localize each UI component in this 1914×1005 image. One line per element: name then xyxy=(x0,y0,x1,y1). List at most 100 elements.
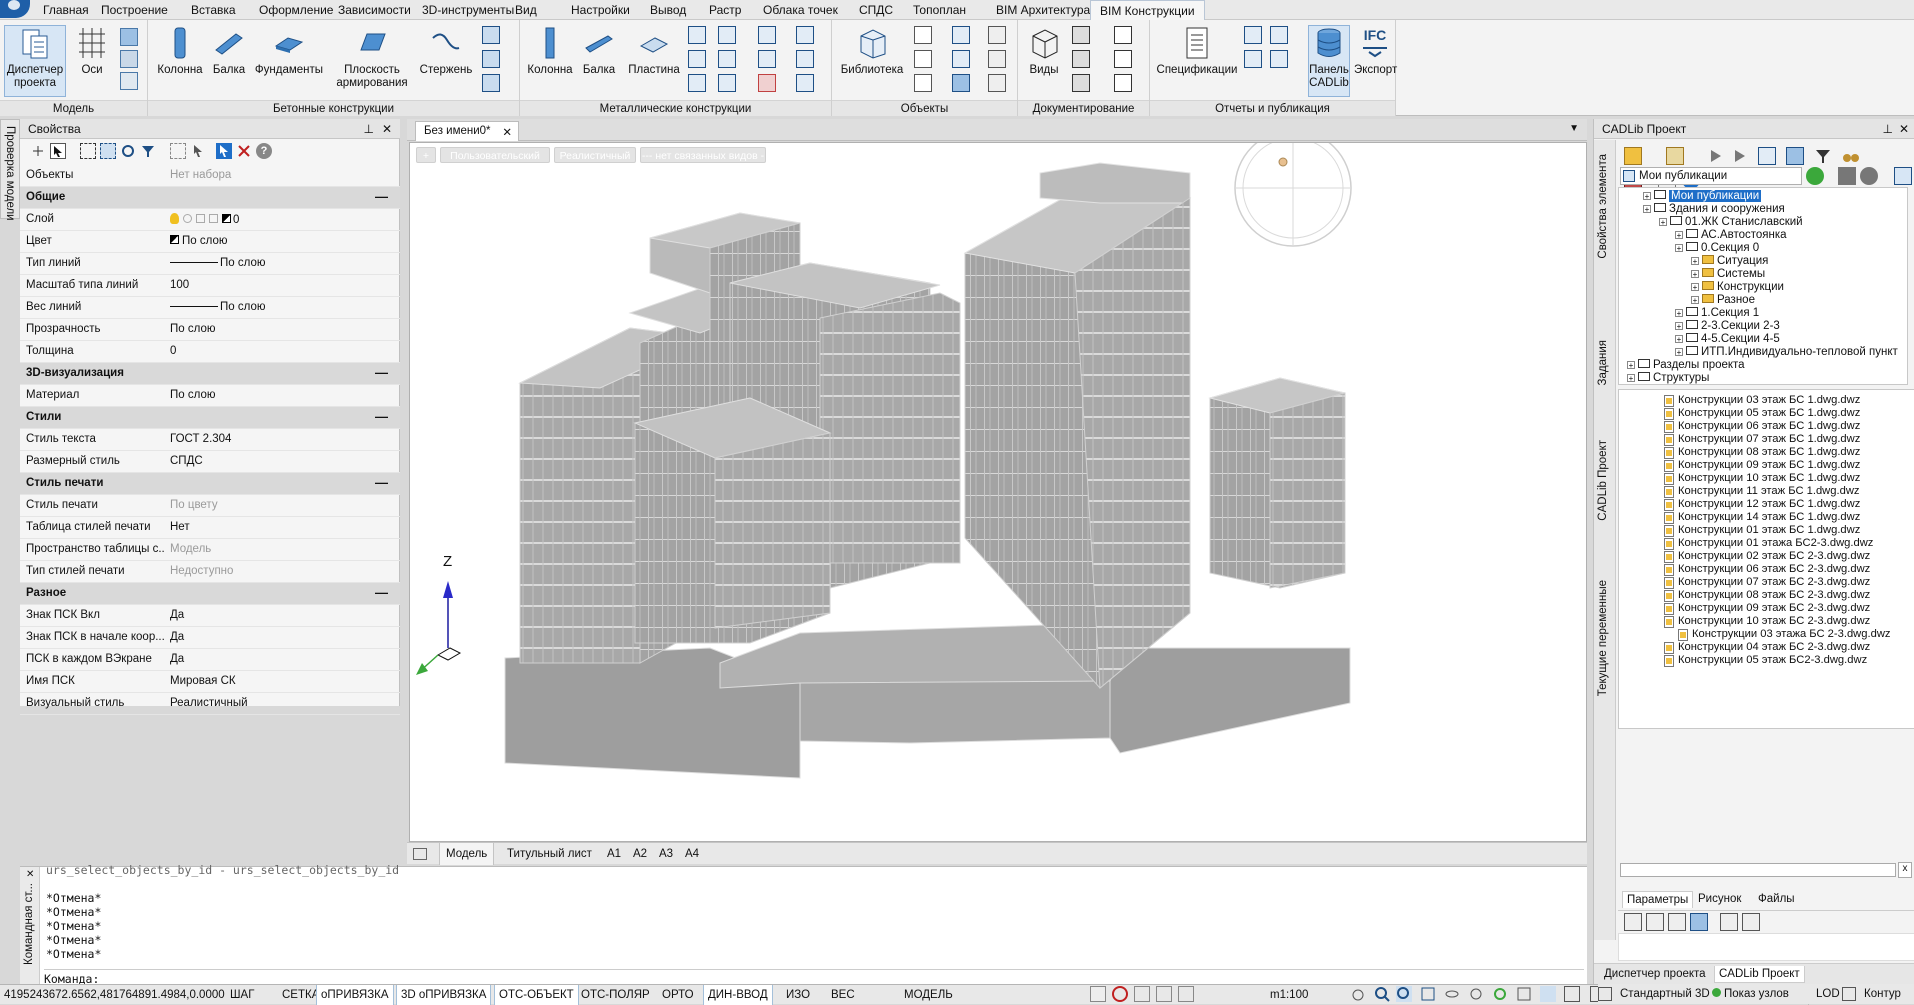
document-tab[interactable]: Без имени0* ✕ xyxy=(415,121,519,141)
file-item[interactable]: Конструкции 02 этаж БС 2-3.dwg.dwz xyxy=(1664,550,1870,563)
metal-tool-6-icon[interactable] xyxy=(718,74,736,92)
property-row[interactable]: ПСК в каждом ВЭкране Да xyxy=(20,649,400,671)
model-space-toggle[interactable]: МОДЕЛЬ xyxy=(900,985,957,1005)
file-item[interactable]: Конструкции 07 этаж БС 1.dwg.dwz xyxy=(1664,433,1860,446)
status-toggle-4[interactable]: ОТС-ОБЪЕКТ xyxy=(494,985,579,1005)
close-icon[interactable]: ✕ xyxy=(382,119,392,139)
workspace-cube-icon[interactable] xyxy=(1598,987,1612,1001)
menu-tab-7[interactable]: Настройки xyxy=(562,0,639,20)
metal-tool-3-icon[interactable] xyxy=(688,74,706,92)
menu-tab-0[interactable]: Главная xyxy=(34,0,98,20)
tree-node[interactable]: +2-3.Секции 2-3 xyxy=(1675,320,1780,332)
rebar-tool-2-icon[interactable] xyxy=(482,50,500,68)
expand-toggle-icon[interactable]: + xyxy=(1675,231,1683,240)
status-toggle-6[interactable]: ОРТО xyxy=(658,985,698,1005)
object-tool-7-icon[interactable] xyxy=(988,26,1006,44)
property-row[interactable]: Знак ПСК в начале коор... Да xyxy=(20,627,400,649)
collapse-icon[interactable]: — xyxy=(375,189,388,204)
pin-icon[interactable]: ⊥ xyxy=(364,119,374,139)
tree-node[interactable]: + АС.Автостоянка xyxy=(1675,229,1787,241)
file-item[interactable]: Конструкции 06 этаж БС 2-3.dwg.dwz xyxy=(1664,563,1870,576)
open-folder-icon[interactable] xyxy=(1624,147,1642,165)
rod-button[interactable]: Стержень xyxy=(416,26,476,77)
filter-icon[interactable] xyxy=(140,143,156,159)
specifications-button[interactable]: Спецификации xyxy=(1156,26,1238,77)
file-item[interactable]: Конструкции 14 этаж БС 1.dwg.dwz xyxy=(1664,511,1860,524)
status-toggle-2[interactable]: оПРИВЯЗКА xyxy=(316,985,394,1005)
tree-node[interactable]: +1.Секция 1 xyxy=(1675,307,1759,319)
file-item[interactable]: Конструкции 12 этаж БС 1.dwg.dwz xyxy=(1664,498,1860,511)
cadlib-bottom-tab-1[interactable]: Рисунок xyxy=(1694,891,1745,907)
expand-toggle-icon[interactable]: + xyxy=(1627,361,1635,370)
tree-node[interactable]: + Конструкции xyxy=(1691,281,1784,293)
walk-icon[interactable] xyxy=(1468,986,1484,1002)
menu-tab-1[interactable]: Построение xyxy=(92,0,177,20)
calculator-icon[interactable] xyxy=(1156,986,1172,1002)
layout-tab-2[interactable]: A1 xyxy=(601,843,627,865)
tree-node[interactable]: + Мои публикации xyxy=(1643,190,1762,202)
app-logo-icon[interactable] xyxy=(0,0,30,18)
tree-mode-icon[interactable] xyxy=(1758,147,1776,165)
object-tool-5-icon[interactable] xyxy=(952,50,970,68)
menu-tab-10[interactable]: Облака точек xyxy=(754,0,847,20)
property-row[interactable]: Визуальный стиль Реалистичный xyxy=(20,693,400,715)
menu-tab-12[interactable]: Топоплан xyxy=(904,0,975,20)
measure-icon[interactable] xyxy=(1178,986,1194,1002)
menu-tab-13[interactable]: BIM Архитектура xyxy=(987,0,1099,20)
fullscreen-icon[interactable] xyxy=(1516,986,1532,1002)
property-row[interactable]: Пространство таблицы с... Модель xyxy=(20,539,400,561)
cadlib-vtab-3[interactable]: Текущие переменные xyxy=(1597,580,1609,696)
axes-button[interactable]: Оси xyxy=(72,26,112,77)
menu-tab-8[interactable]: Вывод xyxy=(641,0,695,20)
status-toggle-9[interactable]: ВЕС xyxy=(827,985,859,1005)
filter-tree-icon[interactable] xyxy=(1814,147,1832,165)
metal-tool-2-icon[interactable] xyxy=(688,50,706,68)
file-item[interactable]: Конструкции 06 этаж БС 1.dwg.dwz xyxy=(1664,420,1860,433)
zoom-window-icon[interactable] xyxy=(1420,986,1436,1002)
select-window-icon[interactable] xyxy=(80,143,96,159)
deselect-icon[interactable] xyxy=(236,143,252,159)
expand-toggle-icon[interactable]: + xyxy=(1691,296,1699,305)
param-tool-4-icon[interactable] xyxy=(1690,913,1708,931)
property-row[interactable]: Объекты Нет набора xyxy=(20,165,400,187)
collapse-icon[interactable]: — xyxy=(375,365,388,380)
menu-tab-2[interactable]: Вставка xyxy=(182,0,245,20)
property-row[interactable]: Вес линий По слою xyxy=(20,297,400,319)
cadlib-vtab-2[interactable]: CADLib Проект xyxy=(1597,440,1609,521)
object-tool-9-icon[interactable] xyxy=(988,74,1006,92)
property-row[interactable]: Материал По слою xyxy=(20,385,400,407)
metal-column-button[interactable]: Колонна xyxy=(524,26,576,77)
layer-freeze-icon[interactable] xyxy=(183,214,192,223)
report-tool-2-icon[interactable] xyxy=(1244,50,1262,68)
file-item[interactable]: Конструкции 09 этаж БС 1.dwg.dwz xyxy=(1664,459,1860,472)
refresh-selection-icon[interactable] xyxy=(120,143,136,159)
file-item[interactable]: Конструкции 03 этажа БС 2-3.dwg.dwz xyxy=(1678,628,1891,641)
doc-tool-4-icon[interactable] xyxy=(1114,26,1132,44)
select-cursor-icon[interactable] xyxy=(50,143,66,159)
expand-toggle-icon[interactable]: + xyxy=(1675,322,1683,331)
tree-node[interactable]: + Разделы проекта xyxy=(1627,359,1745,371)
metal-tool-4-icon[interactable] xyxy=(718,26,736,44)
menu-tab-6[interactable]: Вид xyxy=(506,0,546,20)
contour-toggle[interactable]: Контур xyxy=(1860,984,1905,1004)
collapse-icon[interactable]: — xyxy=(375,585,388,600)
object-tool-2-icon[interactable] xyxy=(914,50,932,68)
settings-wrench-icon[interactable] xyxy=(1894,167,1912,185)
play-icon[interactable] xyxy=(1706,147,1724,165)
select-similar-icon[interactable] xyxy=(190,143,206,159)
report-tool-1-icon[interactable] xyxy=(1244,26,1262,44)
metal-beam-button[interactable]: Балка xyxy=(578,26,620,77)
tree-node[interactable]: + Структуры xyxy=(1627,372,1709,384)
load-icon[interactable] xyxy=(1666,147,1684,165)
property-row[interactable]: Прозрачность По слою xyxy=(20,319,400,341)
expand-toggle-icon[interactable]: + xyxy=(1675,244,1683,253)
property-row[interactable]: Размерный стиль СПДС xyxy=(20,451,400,473)
file-item[interactable]: Конструкции 05 этаж БС 1.dwg.dwz xyxy=(1664,407,1860,420)
lod-toggle[interactable]: LOD xyxy=(1812,984,1844,1004)
file-item[interactable]: Конструкции 08 этаж БС 1.dwg.dwz xyxy=(1664,446,1860,459)
layout-tab-0[interactable]: Модель xyxy=(439,843,495,865)
viewcube-compass[interactable] xyxy=(1234,143,1352,247)
select-cross-icon[interactable] xyxy=(100,143,116,159)
file-item[interactable]: Конструкции 09 этаж БС 2-3.dwg.dwz xyxy=(1664,602,1870,615)
viewport-lock-icon[interactable] xyxy=(1090,986,1106,1002)
